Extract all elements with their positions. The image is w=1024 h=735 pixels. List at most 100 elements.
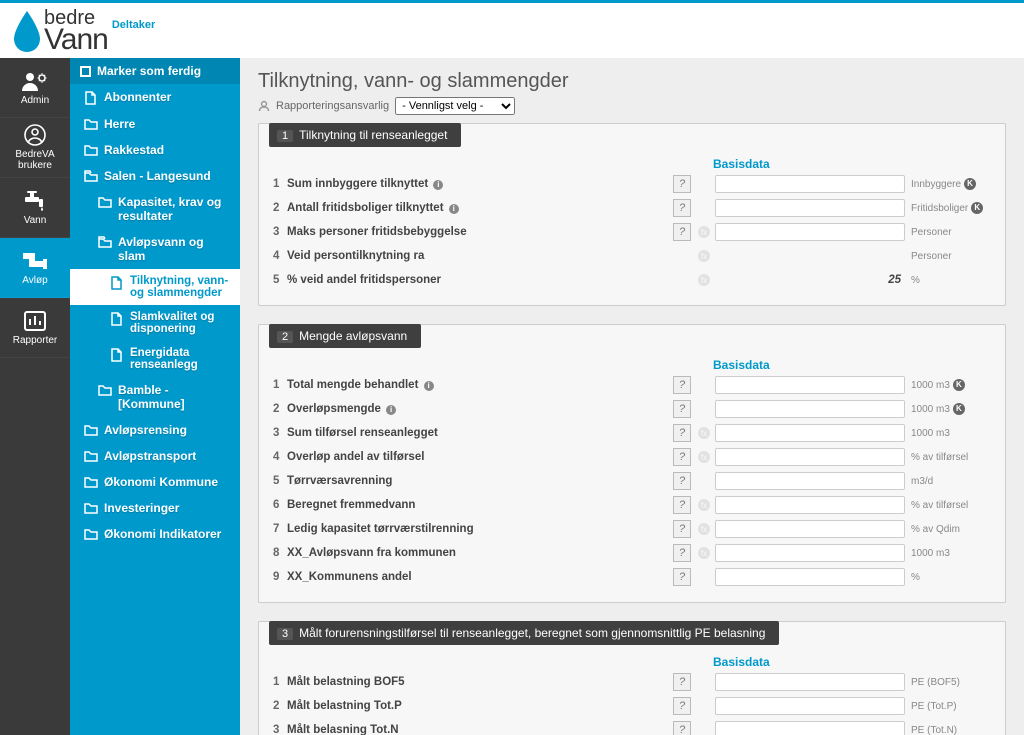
rail-admin[interactable]: Admin — [0, 58, 70, 118]
unit-label: PE (BOF5) — [911, 677, 960, 688]
value-input[interactable] — [715, 376, 905, 394]
tree-avlopsvann[interactable]: Avløpsvann og slam — [70, 229, 240, 269]
help-button[interactable]: ? — [673, 400, 691, 418]
tree-herre[interactable]: Herre — [70, 111, 240, 137]
value-input[interactable] — [715, 721, 905, 735]
value-input[interactable] — [715, 175, 905, 193]
value-input[interactable] — [715, 673, 905, 691]
help-button[interactable]: ? — [673, 721, 691, 735]
value-input[interactable] — [715, 697, 905, 715]
unit-label: Personer — [911, 227, 952, 238]
rail-nav: Admin BedreVA brukere Vann Avløp Rapport… — [0, 58, 70, 735]
value-readonly — [715, 247, 905, 265]
info-icon[interactable]: i — [433, 180, 443, 190]
unit-label: 1000 m3 — [911, 404, 950, 415]
info-icon[interactable]: i — [386, 405, 396, 415]
row-label: Sum innbyggere tilknyttet i — [283, 178, 673, 190]
basisdata-header-1: Basisdata — [713, 157, 991, 171]
help-button[interactable]: ? — [673, 448, 691, 466]
row-label: Antall fritidsboliger tilknyttet i — [283, 202, 673, 214]
help-button[interactable]: ? — [673, 697, 691, 715]
form-row: 5Tørrværsavrenning?fxm3/d — [273, 472, 991, 490]
form-row: 3Maks personer fritidsbebyggelse?fxPerso… — [273, 223, 991, 241]
info-icon[interactable]: i — [424, 381, 434, 391]
rail-avlop-label: Avløp — [22, 275, 47, 286]
unit-label: PE (Tot.N) — [911, 725, 957, 735]
tree-avlopsrensing[interactable]: Avløpsrensing — [70, 417, 240, 443]
value-input[interactable] — [715, 568, 905, 586]
value-input[interactable] — [715, 223, 905, 241]
folder-icon — [84, 424, 98, 436]
row-label: Total mengde behandlet i — [283, 379, 673, 391]
rail-vann[interactable]: Vann — [0, 178, 70, 238]
tree-avlopstransport[interactable]: Avløpstransport — [70, 443, 240, 469]
tree-bamble[interactable]: Bamble - [Kommune] — [70, 377, 240, 417]
value-input[interactable] — [715, 472, 905, 490]
unit-label: Personer — [911, 251, 952, 262]
help-button[interactable]: ? — [673, 223, 691, 241]
row-index: 2 — [273, 403, 283, 415]
document-icon — [84, 91, 98, 105]
mark-done-toggle[interactable]: Marker som ferdig — [70, 58, 240, 84]
section-2-header: 2Mengde avløpsvann — [269, 324, 421, 348]
value-input[interactable] — [715, 199, 905, 217]
tree-salen[interactable]: Salen - Langesund — [70, 163, 240, 189]
row-index: 5 — [273, 274, 283, 286]
chart-icon — [22, 310, 48, 332]
logo-subtext: Deltaker — [112, 19, 155, 31]
rail-avlop[interactable]: Avløp — [0, 238, 70, 298]
value-input[interactable] — [715, 520, 905, 538]
tree-kapasitet[interactable]: Kapasitet, krav og resultater — [70, 189, 240, 229]
tree-tilknytning[interactable]: Tilknytning, vann- og slammengder — [70, 269, 240, 305]
tree-okonomi-ind[interactable]: Økonomi Indikatorer — [70, 521, 240, 547]
logo-text-bottom: Vann — [44, 23, 108, 56]
rail-brukere[interactable]: BedreVA brukere — [0, 118, 70, 178]
document-icon — [110, 312, 124, 326]
info-icon[interactable]: i — [449, 204, 459, 214]
row-index: 5 — [273, 475, 283, 487]
checkbox-icon — [80, 66, 91, 77]
help-button[interactable]: ? — [673, 544, 691, 562]
help-button[interactable]: ? — [673, 376, 691, 394]
svg-text:fx: fx — [701, 252, 707, 261]
row-index: 2 — [273, 202, 283, 214]
help-button[interactable]: ? — [673, 199, 691, 217]
tree-okonomi-kommune[interactable]: Økonomi Kommune — [70, 469, 240, 495]
value-input[interactable] — [715, 448, 905, 466]
form-row: 3Sum tilførsel renseanlegget?fx1000 m3 — [273, 424, 991, 442]
resp-label: Rapporteringsansvarlig — [276, 100, 389, 112]
folder-icon — [84, 118, 98, 130]
help-button[interactable]: ? — [673, 424, 691, 442]
resp-select[interactable]: - Vennligst velg - — [395, 97, 515, 115]
form-row: 1Målt belastning BOF5?fxPE (BOF5) — [273, 673, 991, 691]
unit-label: % — [911, 572, 920, 583]
help-button[interactable]: ? — [673, 673, 691, 691]
help-button[interactable]: ? — [673, 472, 691, 490]
calc-icon: fx — [697, 225, 711, 239]
value-input[interactable] — [715, 496, 905, 514]
folder-icon — [84, 144, 98, 156]
help-button[interactable]: ? — [673, 496, 691, 514]
unit-label: 1000 m3 — [911, 428, 950, 439]
svg-text:fx: fx — [701, 549, 707, 558]
unit-label: Fritidsboliger — [911, 203, 968, 214]
help-button[interactable]: ? — [673, 175, 691, 193]
tree-slamkvalitet[interactable]: Slamkvalitet og disponering — [70, 305, 240, 341]
rail-rapporter[interactable]: Rapporter — [0, 298, 70, 358]
tree-abonnenter[interactable]: Abonnenter — [70, 84, 240, 111]
k-badge: K — [964, 178, 976, 190]
row-index: 2 — [273, 700, 283, 712]
tree-energidata[interactable]: Energidata renseanlegg — [70, 341, 240, 377]
value-input[interactable] — [715, 544, 905, 562]
value-input[interactable] — [715, 424, 905, 442]
form-row: 4Overløp andel av tilførsel?fx% av tilfø… — [273, 448, 991, 466]
rail-admin-label: Admin — [21, 95, 49, 106]
calc-icon: fx — [697, 450, 711, 464]
value-input[interactable] — [715, 400, 905, 418]
tree-rakkestad[interactable]: Rakkestad — [70, 137, 240, 163]
unit-label: m3/d — [911, 476, 933, 487]
help-button[interactable]: ? — [673, 568, 691, 586]
help-button[interactable]: ? — [673, 520, 691, 538]
form-row: 5% veid andel fritidspersoner?fx25% — [273, 271, 991, 289]
tree-investeringer[interactable]: Investeringer — [70, 495, 240, 521]
